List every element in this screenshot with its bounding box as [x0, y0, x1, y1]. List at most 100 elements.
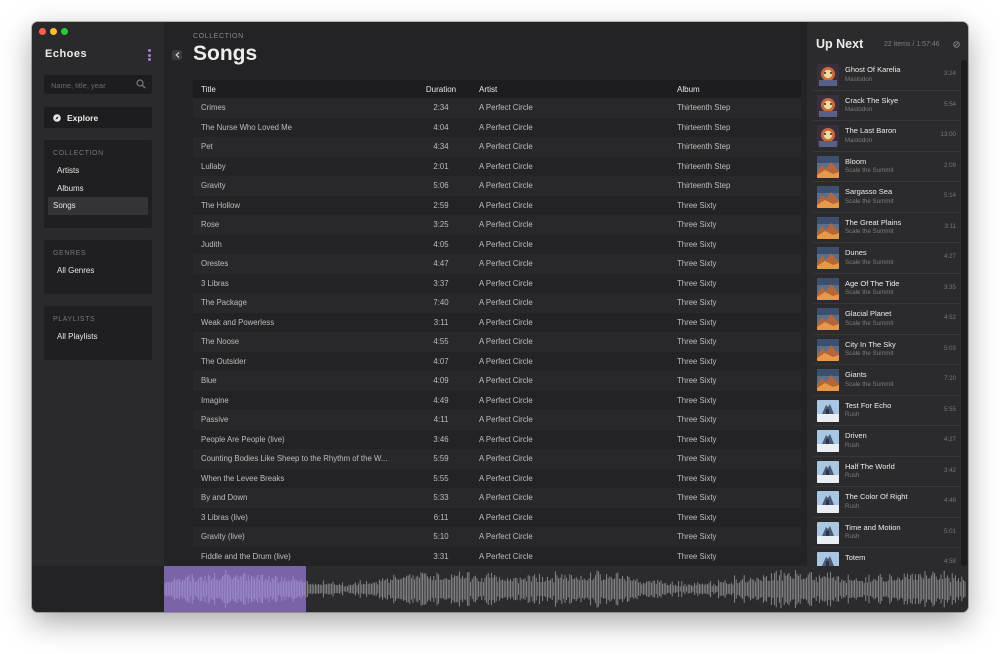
- queue-item[interactable]: The Great Plains Scale the Summit 3:11: [813, 213, 960, 243]
- table-row[interactable]: Orestes 4:47 A Perfect Circle Three Sixty: [193, 254, 801, 274]
- table-row[interactable]: Judith 4:05 A Perfect Circle Three Sixty: [193, 235, 801, 255]
- song-artist: A Perfect Circle: [479, 181, 533, 191]
- table-row[interactable]: Blue 4:09 A Perfect Circle Three Sixty: [193, 371, 801, 391]
- queue-item-title: Driven: [845, 431, 867, 440]
- table-row[interactable]: Gravity 5:06 A Perfect Circle Thirteenth St…: [193, 176, 801, 196]
- table-row[interactable]: Rose 3:25 A Perfect Circle Three Sixty: [193, 215, 801, 235]
- song-title: The Outsider: [201, 356, 247, 366]
- sidebar-item-all-playlists[interactable]: All Playlists: [48, 328, 148, 346]
- queue-item[interactable]: Bloom Scale the Summit 2:09: [813, 152, 960, 182]
- table-row[interactable]: People Are People (live) 3:46 A Perfect Ci…: [193, 430, 801, 450]
- search-input[interactable]: [44, 76, 134, 95]
- table-row[interactable]: The Hollow 2:59 A Perfect Circle Three Sixt…: [193, 196, 801, 216]
- song-title: Pet: [201, 142, 213, 152]
- queue-item-title: Giants: [845, 370, 867, 379]
- queue-item[interactable]: Ghost Of Karelia Mastodon 3:24: [813, 60, 960, 91]
- song-album: Three Sixty: [677, 551, 717, 561]
- queue-item[interactable]: Crack The Skye Mastodon 5:54: [813, 91, 960, 121]
- table-row[interactable]: 3 Libras 3:37 A Perfect Circle Three Sixty: [193, 274, 801, 294]
- table-row[interactable]: Crimes 2:34 A Perfect Circle Thirteenth Ste…: [193, 98, 801, 118]
- table-row[interactable]: Counting Bodies Like Sheep to the Rhythm…: [193, 449, 801, 469]
- sidebar-item-songs[interactable]: Songs: [48, 197, 148, 215]
- queue-item[interactable]: Time and Motion Rush 5:01: [813, 518, 960, 548]
- column-header-album[interactable]: Album: [677, 85, 801, 94]
- queue-item-title: Ghost Of Karelia: [845, 65, 901, 74]
- queue-item-artist: Scale the Summit: [845, 167, 894, 174]
- table-row[interactable]: By and Down 5:33 A Perfect Circle Three Six…: [193, 488, 801, 508]
- sidebar: Echoes Explore COLLECTION Artists Albums…: [32, 22, 164, 566]
- song-album: Three Sixty: [677, 532, 717, 542]
- song-album: Three Sixty: [677, 493, 717, 503]
- queue-item[interactable]: Sargasso Sea Scale the Summit 5:14: [813, 182, 960, 213]
- queue-item-duration: 5:14: [943, 192, 956, 199]
- song-artist: A Perfect Circle: [479, 376, 533, 386]
- queue-item[interactable]: Test For Echo Rush 5:55: [813, 396, 960, 426]
- sidebar-item-artists[interactable]: Artists: [48, 162, 148, 180]
- table-row[interactable]: The Nurse Who Loved Me 4:04 A Perfect Circ…: [193, 118, 801, 138]
- queue-item-duration: 4:52: [943, 314, 956, 321]
- queue-item[interactable]: Driven Rush 4:27: [813, 426, 960, 457]
- song-album: Three Sixty: [677, 259, 717, 269]
- table-row[interactable]: Weak and Powerless 3:11 A Perfect Circle Th…: [193, 313, 801, 333]
- table-row[interactable]: Gravity (live) 5:10 A Perfect Circle Three …: [193, 527, 801, 547]
- queue-item-artist: Rush: [845, 502, 860, 510]
- sidebar-item-all-genres[interactable]: All Genres: [48, 262, 148, 280]
- queue-item[interactable]: The Last Baron Mastodon 13:00: [813, 121, 960, 152]
- waveform-scrubber[interactable]: [164, 566, 968, 612]
- song-title: Gravity: [201, 181, 226, 191]
- column-header-artist[interactable]: Artist: [471, 85, 677, 94]
- zoom-window-button[interactable]: [61, 28, 68, 35]
- table-row[interactable]: Fiddle and the Drum (live) 3:31 A Perfect …: [193, 547, 801, 567]
- table-row[interactable]: Pet 4:34 A Perfect Circle Thirteenth Step: [193, 137, 801, 157]
- table-row[interactable]: Passive 4:11 A Perfect Circle Three Sixty: [193, 410, 801, 430]
- queue-item-duration: 5:54: [943, 100, 956, 108]
- song-album: Three Sixty: [677, 454, 717, 464]
- queue-item[interactable]: The Color Of Right Rush 4:48: [813, 487, 960, 518]
- column-header-title[interactable]: Title: [193, 85, 407, 94]
- queue-item[interactable]: City In The Sky Scale the Summit 5:03: [813, 335, 960, 365]
- album-art-thumbnail: [817, 247, 839, 269]
- main-content: COLLECTION Songs Title Duration Artist A…: [164, 22, 807, 566]
- song-album: Thirteenth Step: [677, 181, 731, 191]
- table-row[interactable]: The Package 7:40 A Perfect Circle Three Six…: [193, 293, 801, 313]
- queue-item[interactable]: Age Of The Tide Scale the Summit 3:35: [813, 274, 960, 304]
- song-duration: 5:59: [433, 454, 449, 464]
- queue-item[interactable]: Glacial Planet Scale the Summit 4:52: [813, 304, 960, 335]
- album-art-thumbnail: [817, 369, 839, 391]
- song-duration: 5:06: [433, 181, 449, 191]
- song-album: Three Sixty: [677, 317, 717, 327]
- queue-item-artist: Scale the Summit: [845, 289, 894, 296]
- queue-summary: 22 items / 1:57:46: [884, 41, 940, 48]
- table-row[interactable]: Lullaby 2:01 A Perfect Circle Thirteenth St…: [193, 157, 801, 177]
- clear-queue-icon[interactable]: [953, 41, 960, 48]
- song-duration: 4:49: [433, 395, 449, 405]
- table-row[interactable]: The Noose 4:55 A Perfect Circle Three Sixty: [193, 332, 801, 352]
- song-artist: A Perfect Circle: [479, 220, 533, 230]
- song-artist: A Perfect Circle: [479, 103, 533, 113]
- more-menu-icon[interactable]: [147, 49, 151, 61]
- song-album: Three Sixty: [677, 200, 717, 210]
- song-title: The Hollow: [201, 200, 240, 210]
- explore-button[interactable]: Explore: [44, 107, 152, 128]
- column-header-duration[interactable]: Duration: [407, 85, 471, 94]
- song-title: Orestes: [201, 259, 229, 269]
- queue-scrollbar[interactable]: [961, 60, 967, 566]
- song-title: The Package: [201, 298, 247, 308]
- queue-item[interactable]: Half The World Rush 3:42: [813, 457, 960, 487]
- table-row[interactable]: 3 Libras (live) 6:11 A Perfect Circle Three…: [193, 508, 801, 528]
- queue-item-duration: 4:27: [943, 436, 956, 443]
- search-icon[interactable]: [136, 79, 146, 89]
- table-row[interactable]: The Outsider 4:07 A Perfect Circle Three Si…: [193, 352, 801, 372]
- song-artist: A Perfect Circle: [479, 356, 533, 366]
- queue-item[interactable]: Giants Scale the Summit 7:20: [813, 365, 960, 396]
- song-artist: A Perfect Circle: [479, 239, 533, 249]
- sidebar-item-albums[interactable]: Albums: [48, 180, 148, 198]
- minimize-window-button[interactable]: [50, 28, 57, 35]
- table-row[interactable]: Imagine 4:49 A Perfect Circle Three Sixty: [193, 391, 801, 411]
- queue-item-duration: 3:42: [943, 466, 956, 474]
- table-row[interactable]: When the Levee Breaks 5:55 A Perfect Circl…: [193, 469, 801, 489]
- close-window-button[interactable]: [39, 28, 46, 35]
- queue-item[interactable]: Dunes Scale the Summit 4:27: [813, 243, 960, 274]
- song-duration: 3:25: [433, 220, 449, 230]
- queue-item-duration: 4:58: [943, 558, 956, 565]
